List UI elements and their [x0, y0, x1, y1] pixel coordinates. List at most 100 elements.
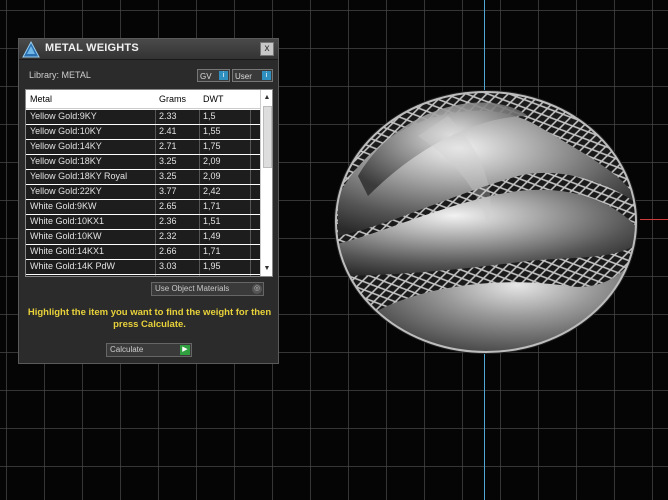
- play-arrow-icon: ▶: [180, 345, 190, 355]
- table-row[interactable]: Yellow Gold:22KY 3.77 2,42: [26, 185, 260, 199]
- use-object-materials-button[interactable]: Use Object Materials ◎: [151, 282, 264, 296]
- cell-divider: [199, 245, 200, 259]
- table-row[interactable]: White Gold:9KW 2.65 1,71: [26, 200, 260, 214]
- cell-divider: [155, 170, 156, 184]
- user-toggle-label: User: [235, 72, 252, 81]
- info-icon: i: [262, 71, 271, 80]
- gv-toggle-label: GV: [200, 72, 212, 81]
- metal-cell: White Gold:14K PdW: [30, 261, 116, 271]
- cell-divider: [250, 185, 251, 199]
- table-row[interactable]: Yellow Gold:9KY 2.33 1,5: [26, 110, 260, 124]
- table-row[interactable]: White Gold:10KW 2.32 1,49: [26, 230, 260, 244]
- scroll-up-icon[interactable]: ▲: [261, 92, 272, 103]
- cell-divider: [199, 215, 200, 229]
- gv-toggle[interactable]: GV i: [197, 69, 230, 82]
- instruction-text: Highlight the item you want to find the …: [27, 307, 272, 330]
- use-object-materials-label: Use Object Materials: [155, 284, 230, 293]
- metal-cell: White Gold:14KX1: [30, 246, 105, 256]
- grams-cell: 2.32: [159, 231, 177, 241]
- dwt-cell: 1,51: [203, 216, 221, 226]
- table-rows: Yellow Gold:9KY 2.33 1,5 Yellow Gold:10KY 2.…: [26, 110, 260, 277]
- grams-cell: 2.65: [159, 201, 177, 211]
- metal-cell: White Gold:14KW: [30, 276, 102, 277]
- cell-divider: [155, 155, 156, 169]
- column-header-metal[interactable]: Metal: [30, 94, 52, 104]
- cell-divider: [199, 200, 200, 214]
- calculate-label: Calculate: [110, 345, 144, 354]
- table-header: Metal Grams DWT: [26, 90, 260, 109]
- cell-divider: [199, 155, 200, 169]
- dwt-cell: 1,92: [203, 276, 221, 277]
- cell-divider: [155, 200, 156, 214]
- cell-divider: [250, 230, 251, 244]
- dwt-cell: 1,71: [203, 246, 221, 256]
- panel-title: METAL WEIGHTS: [45, 42, 139, 54]
- metal-cell: White Gold:10KW: [30, 231, 102, 241]
- info-icon: i: [219, 71, 228, 80]
- table-row[interactable]: White Gold:10KX1 2.36 1,51: [26, 215, 260, 229]
- cell-divider: [155, 275, 156, 276]
- cell-divider: [199, 140, 200, 154]
- cell-divider: [155, 185, 156, 199]
- grams-cell: 2.99: [159, 276, 177, 277]
- cell-divider: [199, 260, 200, 274]
- cell-divider: [155, 230, 156, 244]
- cell-divider: [250, 110, 251, 124]
- library-label: Library: METAL: [29, 70, 91, 80]
- metal-cell: Yellow Gold:9KY: [30, 111, 97, 121]
- grams-cell: 2.36: [159, 216, 177, 226]
- metal-cell: White Gold:10KX1: [30, 216, 105, 226]
- metal-table[interactable]: Metal Grams DWT Yellow Gold:9KY 2.33 1,5 Ye…: [25, 89, 273, 277]
- table-row[interactable]: Yellow Gold:10KY 2.41 1,55: [26, 125, 260, 139]
- table-row[interactable]: Yellow Gold:14KY 2.71 1,75: [26, 140, 260, 154]
- scroll-down-icon[interactable]: ▼: [261, 263, 272, 274]
- cell-divider: [155, 245, 156, 259]
- user-toggle[interactable]: User i: [232, 69, 273, 82]
- dwt-cell: 1,55: [203, 126, 221, 136]
- cell-divider: [199, 170, 200, 184]
- x-axis-line: [640, 219, 668, 220]
- dwt-cell: 1,75: [203, 141, 221, 151]
- metal-cell: Yellow Gold:10KY: [30, 126, 102, 136]
- table-row[interactable]: White Gold:14KW 2.99 1,92: [26, 275, 260, 277]
- cell-divider: [199, 230, 200, 244]
- rhino-icon: [22, 40, 40, 58]
- grams-cell: 3.77: [159, 186, 177, 196]
- close-button[interactable]: x: [260, 42, 274, 56]
- dwt-cell: 1,71: [203, 201, 221, 211]
- scroll-thumb[interactable]: [263, 106, 272, 168]
- metal-cell: Yellow Gold:18KY Royal: [30, 171, 128, 181]
- column-header-grams[interactable]: Grams: [159, 94, 186, 104]
- grams-cell: 2.33: [159, 111, 177, 121]
- table-row[interactable]: Yellow Gold:18KY 3.25 2,09: [26, 155, 260, 169]
- dwt-cell: 2,42: [203, 186, 221, 196]
- cell-divider: [155, 140, 156, 154]
- table-row[interactable]: White Gold:14K PdW 3.03 1,95: [26, 260, 260, 274]
- cell-divider: [155, 125, 156, 139]
- cell-divider: [250, 140, 251, 154]
- metal-cell: Yellow Gold:22KY: [30, 186, 102, 196]
- cell-divider: [199, 275, 200, 276]
- table-scrollbar[interactable]: ▲ ▼: [260, 90, 272, 276]
- cell-divider: [250, 170, 251, 184]
- cell-divider: [155, 110, 156, 124]
- table-row[interactable]: Yellow Gold:18KY Royal 3.25 2,09: [26, 170, 260, 184]
- dwt-cell: 2,09: [203, 156, 221, 166]
- metal-cell: White Gold:9KW: [30, 201, 97, 211]
- column-header-dwt[interactable]: DWT: [203, 94, 224, 104]
- table-row[interactable]: White Gold:14KX1 2.66 1,71: [26, 245, 260, 259]
- cell-divider: [250, 245, 251, 259]
- dwt-cell: 1,49: [203, 231, 221, 241]
- cell-divider: [250, 155, 251, 169]
- grams-cell: 3.03: [159, 261, 177, 271]
- cell-divider: [199, 110, 200, 124]
- calculate-button[interactable]: Calculate ▶: [106, 343, 192, 357]
- panel-titlebar[interactable]: METAL WEIGHTS x: [19, 39, 278, 60]
- cell-divider: [155, 215, 156, 229]
- settings-icon: ◎: [252, 284, 262, 294]
- grams-cell: 3.25: [159, 171, 177, 181]
- dwt-cell: 1,5: [203, 111, 216, 121]
- grams-cell: 2.41: [159, 126, 177, 136]
- cell-divider: [250, 125, 251, 139]
- jewelry-model[interactable]: [328, 86, 644, 358]
